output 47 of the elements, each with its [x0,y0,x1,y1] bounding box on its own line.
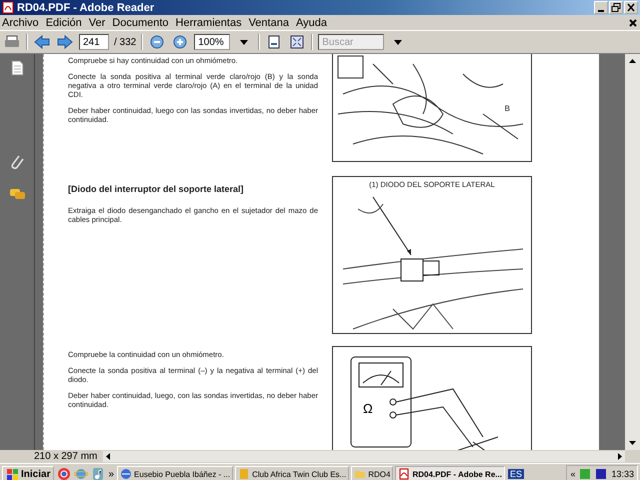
menu-item[interactable]: Ayuda [296,16,327,28]
full-screen-icon[interactable] [288,34,306,50]
clock: 13:33 [611,469,634,479]
taskbar-button[interactable]: Club Africa Twin Club Es... [235,466,350,480]
taskbar-button[interactable]: RD04.PDF - Adobe Re... [395,466,505,480]
window-title: RD04.PDF - Adobe Reader [17,2,156,14]
pdf-icon [398,468,410,480]
zoom-field[interactable]: 100% [194,34,230,50]
windows-logo-icon [6,468,19,480]
page-size-label: 210 x 297 mm [34,451,98,462]
comment-icon [8,186,26,201]
paperclip-icon [8,154,24,170]
horizontal-scrollbar[interactable] [103,451,625,462]
ohm-symbol: Ω [363,401,373,416]
section-heading: [Diodo del interruptor del soporte lateral] [68,184,245,194]
minimize-icon [594,1,608,14]
music-note-icon[interactable] [91,467,106,480]
zoom-out-icon[interactable] [148,34,166,50]
page-number-field[interactable]: 241 [79,34,109,50]
page-count: / 332 [114,36,136,48]
tray-expand[interactable]: « [570,469,576,479]
start-button[interactable]: Iniciar [2,466,54,480]
quick-launch-overflow[interactable]: » [108,468,114,480]
circle-logo-icon[interactable] [57,467,72,480]
tray-app-icon [595,468,608,480]
close-document-icon[interactable] [628,18,638,28]
language-indicator[interactable]: ES [508,469,524,479]
vertical-scrollbar[interactable] [625,54,640,450]
menu-item[interactable]: Documento [112,16,169,28]
menu-item[interactable]: Herramientas [176,16,242,28]
back-arrow-icon[interactable] [33,34,51,50]
taskbar-button[interactable]: Eusebio Puebla Ibáñez - ... [117,466,234,480]
zoom-in-icon[interactable] [171,34,190,50]
menu-item[interactable]: Ver [88,16,106,28]
menu-item[interactable]: Edición [46,16,82,28]
tray-app-icon [579,468,592,480]
printer-icon[interactable] [3,34,21,50]
figure-label: B [504,104,511,113]
folder-icon [354,468,366,480]
close-icon [624,1,638,14]
forward-arrow-icon[interactable] [56,34,74,50]
menu-item[interactable]: Archivo [2,16,39,28]
taskbar-button[interactable]: RDO4 [351,466,394,480]
pages-icon [10,60,24,76]
pdf-icon [2,1,14,14]
menu-item[interactable]: Ventana [248,16,289,28]
restore-icon [609,1,623,14]
